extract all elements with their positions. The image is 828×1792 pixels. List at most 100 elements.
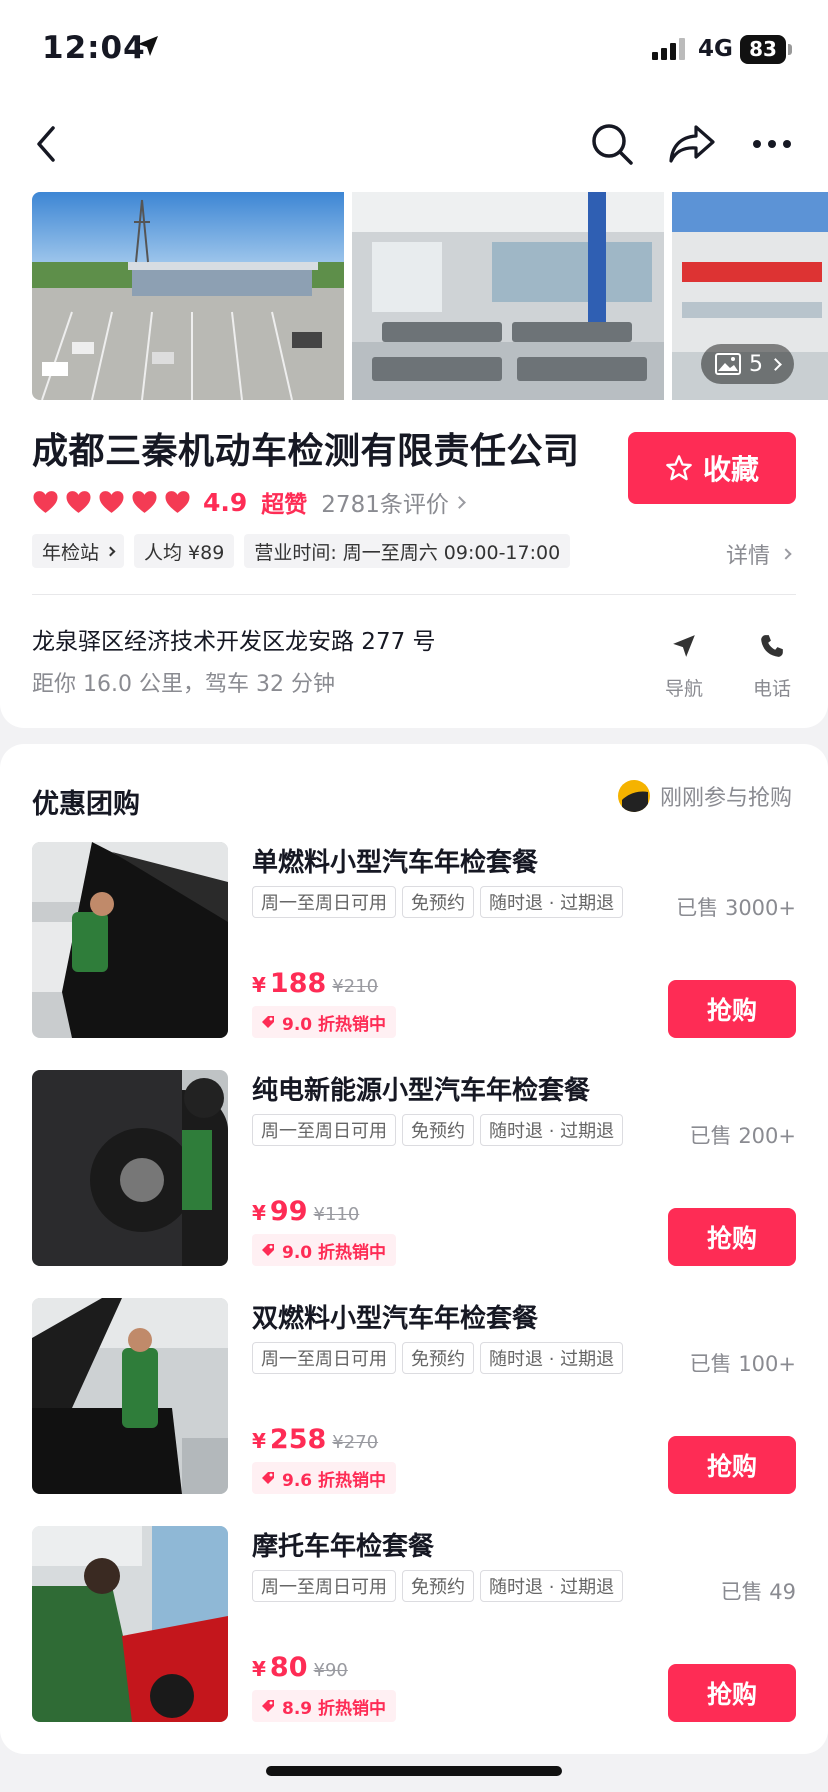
deal-discount-badge: 9.6 折热销中 xyxy=(252,1462,397,1494)
signal-icon xyxy=(652,38,685,60)
shop-address[interactable]: 龙泉驿区经济技术开发区龙安路 277 号 xyxy=(32,622,436,656)
photo-gallery[interactable]: 5 xyxy=(0,190,828,402)
deal-item[interactable]: 摩托车年检套餐 周一至周日可用 免预约 随时退 · 过期退 已售 49 ¥ 80… xyxy=(0,1526,828,1726)
heart-icon xyxy=(33,491,58,513)
buy-button[interactable]: 抢购 xyxy=(668,1208,796,1266)
deal-image[interactable] xyxy=(32,1526,228,1722)
top-nav-bar xyxy=(0,100,828,190)
share-icon xyxy=(669,125,715,163)
tag-hours: 营业时间: 周一至周六 09:00-17:00 xyxy=(244,534,571,568)
deal-price: 258 xyxy=(269,1424,327,1455)
chevron-right-icon xyxy=(105,546,116,556)
heart-icon xyxy=(165,491,190,513)
heart-icon xyxy=(99,491,124,513)
deal-discount-badge: 9.0 折热销中 xyxy=(252,1006,397,1038)
deal-item[interactable]: 双燃料小型汽车年检套餐 周一至周日可用 免预约 随时退 · 过期退 已售 100… xyxy=(0,1298,828,1498)
deal-discount-text: 9.0 折热销中 xyxy=(282,1242,387,1263)
deals-title: 优惠团购 xyxy=(32,789,140,820)
deal-price-row: ¥ 258 ¥270 xyxy=(252,1424,378,1455)
favorite-label: 收藏 xyxy=(702,453,759,486)
deal-price-row: ¥ 99 ¥110 xyxy=(252,1196,359,1227)
favorite-button[interactable]: 收藏 xyxy=(628,432,796,504)
avatar xyxy=(617,780,650,812)
deal-original-price: ¥210 xyxy=(332,976,379,997)
deal-name: 摩托车年检套餐 xyxy=(252,1532,435,1562)
rating-score: 4.9 xyxy=(203,487,248,517)
navigate-label: 导航 xyxy=(664,678,703,700)
call-button[interactable]: 电话 xyxy=(742,630,802,701)
rating-word: 超赞 xyxy=(261,492,308,518)
more-dots-icon xyxy=(753,140,791,148)
deal-price: 99 xyxy=(269,1196,308,1227)
deal-tags: 周一至周日可用 免预约 随时退 · 过期退 xyxy=(252,1114,624,1146)
deal-tags: 周一至周日可用 免预约 随时退 · 过期退 xyxy=(252,886,624,918)
share-button[interactable] xyxy=(662,114,722,174)
review-count-link[interactable]: 2781条评价 xyxy=(321,485,466,519)
deal-sold-count: 已售 200+ xyxy=(689,1124,796,1148)
shop-name: 成都三秦机动车检测有限责任公司 xyxy=(32,431,580,472)
deal-tag: 免预约 xyxy=(402,1114,474,1146)
back-button[interactable] xyxy=(16,114,76,174)
detail-link[interactable]: 详情 xyxy=(725,538,792,570)
shop-distance: 距你 16.0 公里，驾车 32 分钟 xyxy=(32,672,335,697)
tag-category[interactable]: 年检站 xyxy=(32,534,125,568)
deal-tag: 免预约 xyxy=(402,1570,474,1602)
heart-icon xyxy=(66,491,91,513)
deal-name: 纯电新能源小型汽车年检套餐 xyxy=(252,1076,591,1106)
deal-original-price: ¥90 xyxy=(313,1660,348,1681)
currency-symbol: ¥ xyxy=(252,973,266,997)
status-time: 12:04 xyxy=(42,30,146,66)
search-icon xyxy=(592,124,633,165)
photo-count-value: 5 xyxy=(749,351,763,377)
chevron-right-icon xyxy=(769,357,782,371)
deal-image[interactable] xyxy=(32,842,228,1038)
deal-image[interactable] xyxy=(32,1298,228,1494)
deal-original-price: ¥270 xyxy=(332,1432,379,1453)
gallery-photo-aerial[interactable] xyxy=(32,192,344,400)
deal-original-price: ¥110 xyxy=(313,1204,360,1225)
price-tag-icon xyxy=(262,1700,274,1712)
deal-item[interactable]: 单燃料小型汽车年检套餐 周一至周日可用 免预约 随时退 · 过期退 已售 300… xyxy=(0,842,828,1042)
deal-price: 188 xyxy=(269,968,327,999)
home-indicator[interactable] xyxy=(266,1766,562,1776)
status-bar: 12:04 4G 83 xyxy=(0,0,828,100)
deal-tag: 周一至周日可用 xyxy=(252,1342,396,1374)
gallery-photo-hall[interactable] xyxy=(352,192,664,400)
deal-price-row: ¥ 188 ¥210 xyxy=(252,968,378,999)
currency-symbol: ¥ xyxy=(252,1429,266,1453)
tag-avg-price: 人均 ¥89 xyxy=(134,534,235,568)
deal-discount-text: 9.0 折热销中 xyxy=(282,1014,387,1035)
deal-tag: 免预约 xyxy=(402,886,474,918)
divider xyxy=(32,594,796,595)
buy-button[interactable]: 抢购 xyxy=(668,980,796,1038)
search-button[interactable] xyxy=(582,114,642,174)
buy-button[interactable]: 抢购 xyxy=(668,1664,796,1722)
photo-count-badge[interactable]: 5 xyxy=(701,344,794,384)
live-purchase-text: 刚刚参与抢购 xyxy=(659,786,792,811)
phone-icon xyxy=(761,635,783,657)
deal-tag: 周一至周日可用 xyxy=(252,886,396,918)
deal-item[interactable]: 纯电新能源小型汽车年检套餐 周一至周日可用 免预约 随时退 · 过期退 已售 2… xyxy=(0,1070,828,1270)
rating-row[interactable]: 4.9 超赞 2781条评价 xyxy=(32,484,466,520)
deal-discount-badge: 8.9 折热销中 xyxy=(252,1690,397,1722)
deal-tag: 随时退 · 过期退 xyxy=(480,1570,624,1602)
deal-discount-badge: 9.0 折热销中 xyxy=(252,1234,397,1266)
navigate-button[interactable]: 导航 xyxy=(654,630,714,701)
detail-label: 详情 xyxy=(725,544,770,569)
price-tag-icon xyxy=(262,1244,274,1256)
back-chevron-icon xyxy=(37,126,55,162)
battery-tip xyxy=(788,44,792,55)
price-tag-icon xyxy=(262,1472,274,1484)
deal-discount-text: 9.6 折热销中 xyxy=(282,1470,387,1491)
more-button[interactable] xyxy=(742,114,802,174)
deal-price: 80 xyxy=(269,1652,308,1683)
deal-name: 单燃料小型汽车年检套餐 xyxy=(252,848,539,878)
deal-price-row: ¥ 80 ¥90 xyxy=(252,1652,348,1683)
deal-image[interactable] xyxy=(32,1070,228,1266)
deal-tag: 周一至周日可用 xyxy=(252,1114,396,1146)
navigation-arrow-icon xyxy=(673,635,695,657)
deals-section: 优惠团购 刚刚参与抢购 单燃料小型汽车年检套餐 周一至周日可用 免预约 随时退 … xyxy=(0,744,828,1754)
buy-button[interactable]: 抢购 xyxy=(668,1436,796,1494)
shop-info-card: 成都三秦机动车检测有限责任公司 收藏 4.9 超赞 2781条评价 年检站 人均… xyxy=(0,402,828,728)
deal-tags: 周一至周日可用 免预约 随时退 · 过期退 xyxy=(252,1570,624,1602)
